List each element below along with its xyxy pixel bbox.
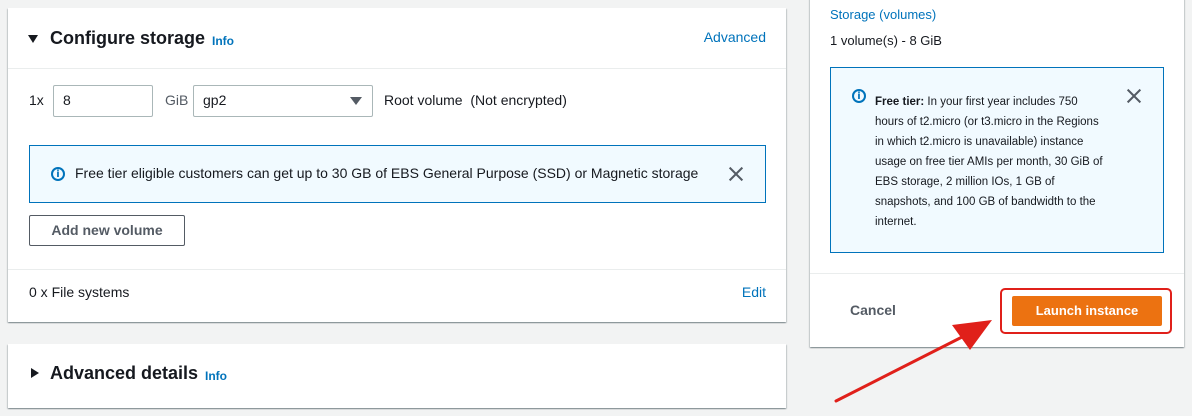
arrow-shaft (834, 332, 970, 403)
free-tier-heading: Free tier: (875, 96, 925, 108)
file-systems-edit-link[interactable]: Edit (742, 284, 766, 300)
launch-instance-button[interactable]: Launch instance (1012, 296, 1162, 326)
configure-storage-title: Configure storage (50, 28, 206, 48)
advanced-link[interactable]: Advanced (704, 29, 766, 45)
root-volume-description: Root volume (Not encrypted) (384, 92, 567, 108)
free-tier-body: In your first year includes 750 hours of… (875, 96, 1103, 228)
volume-unit-label: GiB (165, 92, 189, 108)
free-tier-storage-alert-text: Free tier eligible customers can get up … (75, 165, 699, 181)
configure-storage-header[interactable]: Configure storage Info Advanced (8, 8, 786, 69)
select-chevron-icon (350, 97, 362, 105)
info-circle-icon: i (852, 89, 866, 103)
file-systems-label: 0 x File systems (29, 284, 130, 300)
launch-button-highlight: Launch instance (1000, 288, 1172, 334)
divider (810, 273, 1184, 274)
configure-storage-panel: Configure storage Info Advanced 1x 8 GiB… (8, 8, 786, 322)
configure-storage-info-link[interactable]: Info (212, 34, 234, 48)
volume-size-input[interactable]: 8 (53, 85, 153, 117)
storage-volumes-value: 1 volume(s) - 8 GiB (830, 33, 942, 48)
arrow-head (952, 320, 992, 350)
volume-count-label: 1x (29, 92, 44, 108)
close-icon[interactable] (1126, 88, 1142, 104)
storage-volumes-link[interactable]: Storage (volumes) (830, 7, 936, 22)
advanced-details-panel[interactable]: Advanced details Info (8, 344, 786, 408)
add-new-volume-button[interactable]: Add new volume (29, 215, 185, 246)
advanced-details-info-link[interactable]: Info (205, 369, 227, 383)
free-tier-summary-text: Free tier: In your first year includes 7… (875, 92, 1105, 232)
info-circle-icon: i (51, 167, 65, 181)
advanced-details-title[interactable]: Advanced details (50, 363, 198, 384)
free-tier-storage-alert: i Free tier eligible customers can get u… (29, 145, 766, 203)
annotation-arrow (834, 320, 992, 403)
divider (8, 269, 786, 270)
volume-type-value: gp2 (203, 92, 227, 108)
volume-type-select[interactable]: gp2 (193, 85, 373, 117)
close-icon[interactable] (728, 166, 744, 182)
caret-down-icon[interactable] (28, 35, 38, 43)
caret-right-icon[interactable] (31, 368, 39, 378)
summary-panel: Storage (volumes) 1 volume(s) - 8 GiB i … (810, 0, 1184, 347)
free-tier-summary-alert: i Free tier: In your first year includes… (830, 67, 1164, 253)
